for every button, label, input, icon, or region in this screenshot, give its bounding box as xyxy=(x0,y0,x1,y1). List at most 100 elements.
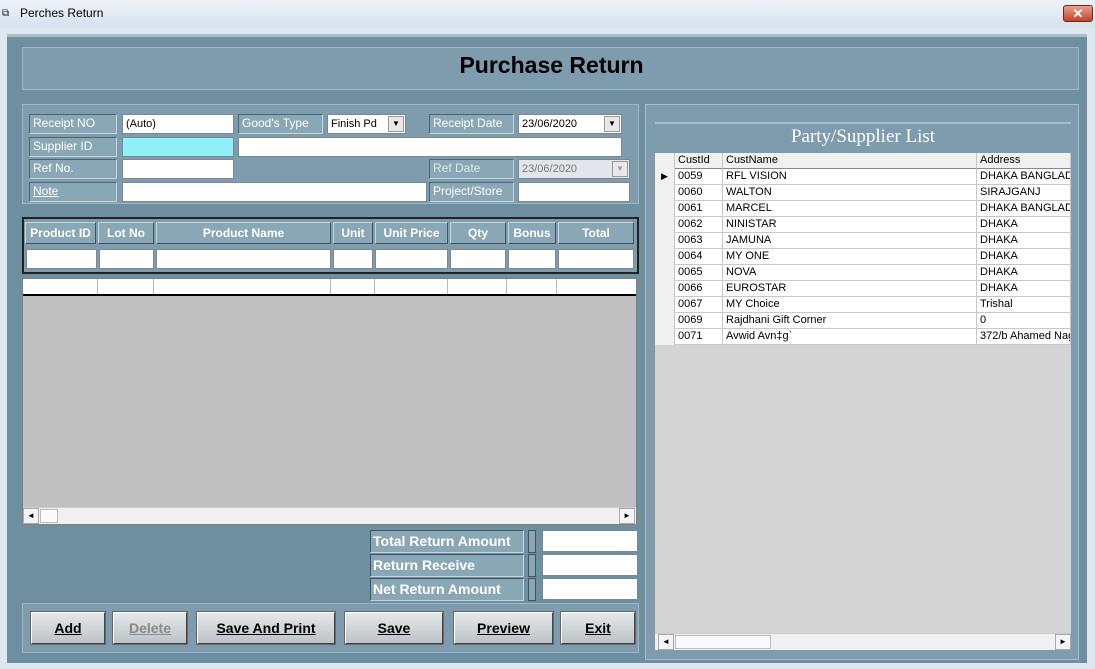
total-return-amount-field[interactable] xyxy=(542,530,638,552)
party-row[interactable]: 0066 EUROSTAR DHAKA xyxy=(655,281,1071,297)
scroll-thumb[interactable] xyxy=(40,509,58,523)
party-row[interactable]: 0062 NINISTAR DHAKA xyxy=(655,217,1071,233)
scroll-left-icon[interactable]: ◄ xyxy=(23,508,39,524)
note-field[interactable] xyxy=(122,182,427,202)
scroll-thumb[interactable] xyxy=(675,635,771,649)
product-id-input[interactable] xyxy=(26,249,97,269)
party-custid-cell: 0060 xyxy=(675,185,723,201)
unit-price-input[interactable] xyxy=(375,249,448,269)
row-selector[interactable] xyxy=(655,217,675,233)
unit-input[interactable] xyxy=(333,249,373,269)
chevron-down-icon[interactable]: ▼ xyxy=(388,116,404,132)
goods-type-label: Good's Type xyxy=(238,114,323,134)
col-total: Total xyxy=(558,222,634,244)
net-return-amount-label: Net Return Amount xyxy=(370,578,524,601)
ref-no-field[interactable] xyxy=(122,159,234,179)
scroll-right-icon[interactable]: ► xyxy=(619,508,635,524)
col-address: Address xyxy=(977,153,1071,169)
party-row[interactable]: 0065 NOVA DHAKA xyxy=(655,265,1071,281)
party-custname-cell: Avwid Avn‡g` xyxy=(723,329,977,345)
save-button[interactable]: Save xyxy=(344,611,444,645)
party-address-cell: DHAKA xyxy=(977,265,1071,281)
lot-no-input[interactable] xyxy=(99,249,154,269)
party-row[interactable]: 0061MARCELDHAKA BANGLADESH xyxy=(655,201,1071,217)
exit-button[interactable]: Exit xyxy=(560,611,636,645)
return-receive-amount-field[interactable] xyxy=(542,554,638,576)
app-icon: ⧉ xyxy=(2,8,10,19)
goods-type-select[interactable]: Finish Pd ▼ xyxy=(327,114,406,134)
preview-button[interactable]: Preview xyxy=(453,611,554,645)
save-and-print-button[interactable]: Save And Print xyxy=(196,611,336,645)
qty-input[interactable] xyxy=(450,249,506,269)
row-selector[interactable] xyxy=(655,249,675,265)
product-grid[interactable]: ◄ ► xyxy=(22,278,637,525)
party-custid-cell: 0065 xyxy=(675,265,723,281)
product-name-input[interactable] xyxy=(156,249,331,269)
row-selector[interactable] xyxy=(655,185,675,201)
party-row[interactable]: 0069 Rajdhani Gift Corner 0 xyxy=(655,313,1071,329)
party-row[interactable]: 0064 MY ONE DHAKA xyxy=(655,249,1071,265)
party-custname-cell: MY ONE xyxy=(723,249,977,265)
ref-date-label: Ref Date xyxy=(429,159,514,179)
party-custid-cell: 0066 xyxy=(675,281,723,297)
row-selector[interactable] xyxy=(655,313,675,329)
row-selector[interactable] xyxy=(655,233,675,249)
net-return-amount-field[interactable] xyxy=(542,578,638,600)
row-selector[interactable] xyxy=(655,265,675,281)
chevron-down-icon[interactable]: ▼ xyxy=(604,116,620,132)
col-bonus: Bonus xyxy=(508,222,556,244)
scroll-left-icon[interactable]: ◄ xyxy=(658,634,674,650)
col-unit: Unit xyxy=(333,222,373,244)
scroll-right-icon[interactable]: ► xyxy=(1055,634,1071,650)
col-lot-no: Lot No xyxy=(98,222,154,244)
header-panel: Purchase Return xyxy=(22,47,1079,90)
product-grid-hscrollbar[interactable]: ◄ ► xyxy=(23,507,636,524)
total-input[interactable] xyxy=(558,249,634,269)
row-selector[interactable] xyxy=(655,201,675,217)
party-address-cell: DHAKA BANGLADESH xyxy=(977,201,1071,217)
project-store-label: Project/Store xyxy=(429,182,514,202)
party-custname-cell: Rajdhani Gift Corner xyxy=(723,313,977,329)
party-custname-cell: EUROSTAR xyxy=(723,281,977,297)
party-address-cell: 0 xyxy=(977,313,1071,329)
total-return-amount-label: Total Return Amount xyxy=(370,530,524,553)
row-selector[interactable] xyxy=(655,297,675,313)
party-custid-cell: 0071 xyxy=(675,329,723,345)
party-grid[interactable]: CustId CustName Address ▶ 0059 RFL VISION D… xyxy=(655,153,1071,650)
row-selector[interactable]: ▶ xyxy=(655,169,675,185)
close-button[interactable]: ✕ xyxy=(1063,5,1093,22)
receipt-no-field[interactable]: (Auto) xyxy=(122,114,234,134)
return-receive-amount-label: Return Receive Amount xyxy=(370,554,524,593)
party-row[interactable]: 0071Avwid Avn‡g`372/b Ahamed Nagar xyxy=(655,329,1071,345)
project-store-field[interactable] xyxy=(518,182,630,202)
party-row[interactable]: 0067 MY Choice Trishal xyxy=(655,297,1071,313)
party-address-cell: DHAKA xyxy=(977,249,1071,265)
supplier-name-field[interactable] xyxy=(238,137,622,157)
delete-button[interactable]: Delete xyxy=(112,611,188,645)
product-grid-header xyxy=(23,279,636,296)
party-grid-hscrollbar[interactable]: ◄ ► xyxy=(655,633,1071,650)
form-title: Purchase Return xyxy=(459,52,644,78)
separator xyxy=(528,554,536,577)
supplier-id-field[interactable] xyxy=(122,137,234,157)
supplier-id-label: Supplier ID xyxy=(29,137,117,157)
col-product-id: Product ID xyxy=(25,222,96,244)
receipt-date-label: Receipt Date xyxy=(429,114,514,134)
receipt-no-label: Receipt NO xyxy=(29,114,117,134)
separator xyxy=(528,578,536,601)
title-bar xyxy=(0,0,1095,28)
add-button[interactable]: Add xyxy=(30,611,106,645)
col-product-name: Product Name xyxy=(156,222,331,244)
party-custname-cell: MY Choice xyxy=(723,297,977,313)
party-row[interactable]: 0060 WALTON SIRAJGANJ xyxy=(655,185,1071,201)
party-row[interactable]: ▶0059RFL VISIONDHAKA BANGLADESH xyxy=(655,169,1071,185)
party-address-cell: Trishal xyxy=(977,297,1071,313)
bonus-input[interactable] xyxy=(508,249,556,269)
party-row[interactable]: 0063 JAMUNA DHAKA xyxy=(655,233,1071,249)
ref-no-label: Ref No. xyxy=(29,159,117,179)
note-label: Note xyxy=(29,182,117,202)
receipt-date-picker[interactable]: 23/06/2020 ▼ xyxy=(518,114,622,134)
row-selector[interactable] xyxy=(655,329,675,345)
party-address-cell: DHAKA xyxy=(977,217,1071,233)
row-selector[interactable] xyxy=(655,281,675,297)
